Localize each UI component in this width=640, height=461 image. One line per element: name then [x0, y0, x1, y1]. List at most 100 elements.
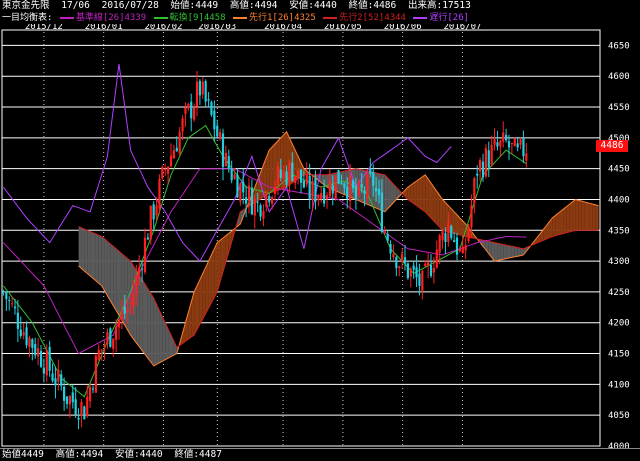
cloud-segment [153, 298, 157, 366]
candle-up [311, 180, 314, 201]
low-value: 4440 [313, 0, 337, 11]
candle-down [487, 150, 490, 168]
candle-down [216, 125, 219, 137]
candle-down [386, 233, 389, 241]
candle-down [505, 134, 508, 141]
candle-up [461, 246, 464, 253]
cloud-segment [269, 147, 273, 194]
candle-down [256, 202, 259, 204]
candle-up [424, 263, 427, 267]
candle-up [357, 181, 360, 196]
cloud-segment [503, 244, 507, 260]
candle-down [403, 257, 407, 264]
contract-month: 17/06 [61, 0, 90, 11]
cloud-segment [194, 285, 197, 336]
candle-down [331, 185, 334, 194]
cloud-segment [500, 243, 504, 260]
candle-down [516, 143, 519, 148]
candle-up [201, 81, 204, 95]
cloud-segment [578, 200, 582, 231]
y-tick-4300: 4300 [608, 257, 630, 267]
candle-down [363, 190, 366, 194]
candle-up [100, 349, 103, 351]
candle-down [496, 142, 499, 147]
candle-down [453, 240, 456, 243]
candle-up [490, 144, 493, 166]
candle-down [230, 168, 233, 181]
cloud-segment [390, 181, 394, 206]
cloud-segment [511, 246, 515, 258]
candle-down [476, 173, 479, 176]
y-tick-4100: 4100 [608, 380, 630, 390]
status-low: 安値:4440 [114, 449, 163, 460]
candle-up [89, 387, 92, 402]
quote-header: 東京金先限 17/06 2016/07/28 始値:4449 高値:4494 安… [0, 0, 640, 12]
candle-up [94, 355, 97, 393]
kijun-legend: 基準線[26]4339 [75, 13, 147, 23]
candle-down [207, 99, 210, 101]
candle-up [447, 222, 450, 242]
candle-up [409, 269, 412, 277]
cloud-segment [162, 316, 166, 362]
span2-swatch-icon [323, 16, 338, 19]
cloud-segment [572, 199, 576, 232]
cloud-segment [436, 191, 440, 228]
cloud-segment [595, 204, 599, 231]
candle-down [109, 328, 112, 347]
candle-up [525, 153, 528, 161]
cloud-segment [439, 195, 443, 231]
cloud-segment [416, 178, 420, 208]
candle-down [77, 417, 80, 420]
candle-up [317, 195, 320, 201]
cloud-segment [592, 204, 596, 231]
candle-up [161, 166, 164, 179]
cloud-segment [581, 201, 585, 231]
candle-up [184, 107, 187, 114]
candle-up [383, 231, 386, 233]
candle-up [467, 226, 470, 241]
candle-down [65, 396, 69, 404]
candle-up [320, 192, 323, 200]
candle-down [60, 374, 63, 386]
y-tick-4350: 4350 [608, 226, 630, 236]
cloud-segment [431, 183, 434, 222]
cloud-segment [147, 288, 151, 362]
tenkan-swatch-icon [153, 16, 168, 19]
y-tick-4600: 4600 [608, 72, 630, 82]
candle-up [138, 267, 141, 276]
kijun-swatch-icon [59, 16, 74, 19]
cloud-segment [552, 215, 556, 237]
candle-up [421, 271, 424, 291]
candle-down [308, 175, 311, 200]
candle-up [305, 174, 308, 185]
open-label: 始値: [170, 0, 196, 11]
candle-up [366, 173, 369, 199]
candle-up [276, 166, 279, 186]
candle-down [31, 339, 34, 348]
candle-down [236, 174, 239, 198]
candle-up [129, 302, 132, 304]
cloud-segment [413, 181, 417, 206]
candle-up [273, 186, 277, 194]
candle-up [253, 198, 256, 216]
candle-down [141, 268, 144, 270]
candle-up [169, 155, 173, 167]
candle-down [245, 197, 248, 204]
candle-down [406, 263, 409, 279]
cloud-segment [90, 231, 93, 279]
high-value: 4494 [254, 0, 278, 11]
candle-down [152, 204, 155, 220]
candle-down [299, 169, 303, 183]
chikou-legend: 遅行[26] [429, 13, 470, 23]
candle-up [117, 319, 121, 328]
cloud-segment [558, 211, 561, 235]
status-bar: 始値4449 高値:4494 安値:4440 終値:4487 [0, 448, 640, 461]
candle-down [343, 183, 346, 188]
candle-up [392, 253, 395, 258]
candle-down [91, 388, 95, 390]
cloud-segment [110, 243, 114, 306]
candle-up [294, 175, 297, 184]
y-tick-4550: 4550 [608, 103, 630, 113]
candle-up [282, 171, 285, 179]
candle-up [115, 326, 118, 340]
